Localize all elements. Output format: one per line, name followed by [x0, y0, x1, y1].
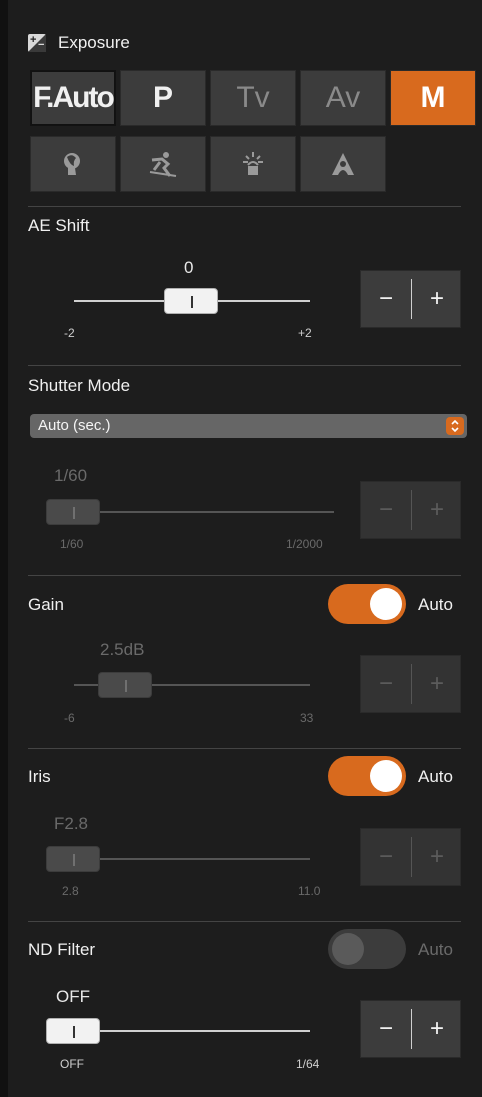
nd-filter-increment-button[interactable]: +: [412, 1001, 462, 1057]
divider: [28, 748, 461, 749]
gain-max-label: 33: [300, 711, 314, 725]
gain-value: 2.5dB: [100, 640, 145, 659]
divider: [28, 575, 461, 576]
gain-auto-label: Auto: [418, 595, 453, 614]
scene-button-sports[interactable]: [120, 136, 206, 192]
ae-shift-max-label: +2: [298, 326, 312, 340]
shutter-mode-label: Shutter Mode: [28, 376, 131, 395]
ae-shift-decrement-button[interactable]: −: [361, 271, 411, 327]
shutter-slider-thumb[interactable]: [46, 499, 100, 525]
nd-filter-value: OFF: [56, 987, 90, 1006]
mode-label: Av: [325, 81, 361, 114]
iris-stepper: − +: [360, 828, 461, 886]
scene-button-portrait[interactable]: [30, 136, 116, 192]
nd-filter-slider-thumb[interactable]: [46, 1018, 100, 1044]
mode-button-fauto[interactable]: F.Auto: [30, 70, 116, 126]
shutter-stepper: − +: [360, 481, 461, 539]
panel-header: + − Exposure: [28, 30, 130, 56]
divider: [28, 921, 461, 922]
landscape-icon: [332, 153, 354, 175]
iris-auto-toggle[interactable]: [328, 756, 406, 796]
nd-filter-decrement-button[interactable]: −: [361, 1001, 411, 1057]
mode-button-p[interactable]: P: [120, 70, 206, 126]
scene-button-spotlight[interactable]: [210, 136, 296, 192]
toggle-knob: [370, 588, 402, 620]
iris-min-label: 2.8: [62, 884, 79, 898]
mode-label: M: [420, 81, 446, 114]
panel-left-edge: [0, 0, 8, 1097]
ae-shift-increment-button[interactable]: +: [412, 271, 462, 327]
divider: [28, 206, 461, 207]
ae-shift-stepper: − +: [360, 270, 461, 328]
mode-label: F.Auto: [33, 81, 115, 114]
mode-button-tv[interactable]: Tv: [210, 70, 296, 126]
shutter-increment-button[interactable]: +: [412, 482, 462, 538]
iris-label: Iris: [28, 767, 51, 786]
iris-increment-button[interactable]: +: [412, 829, 462, 885]
mode-button-m[interactable]: M: [390, 70, 476, 126]
panel-title: Exposure: [58, 33, 130, 52]
nd-filter-auto-toggle[interactable]: [328, 929, 406, 969]
ae-shift-label: AE Shift: [28, 216, 90, 235]
mode-label: Tv: [236, 81, 270, 114]
select-arrows-icon: [446, 417, 464, 435]
nd-filter-auto-label: Auto: [418, 940, 453, 959]
scene-button-landscape[interactable]: [300, 136, 386, 192]
spotlight-icon: [243, 152, 263, 175]
gain-label: Gain: [28, 595, 64, 614]
iris-value: F2.8: [54, 814, 89, 833]
shutter-mode-value: Auto (sec.): [38, 417, 111, 434]
mode-button-av[interactable]: Av: [300, 70, 386, 126]
shutter-decrement-button[interactable]: −: [361, 482, 411, 538]
shutter-max-label: 1/2000: [286, 537, 323, 551]
nd-filter-stepper: − +: [360, 1000, 461, 1058]
gain-auto-toggle[interactable]: [328, 584, 406, 624]
toggle-knob: [332, 933, 364, 965]
gain-slider-thumb[interactable]: [98, 672, 152, 698]
mode-label: P: [152, 81, 173, 114]
nd-filter-label: ND Filter: [28, 940, 96, 959]
shutter-mode-select[interactable]: Auto (sec.): [30, 414, 467, 438]
gain-min-label: -6: [64, 711, 75, 725]
exposure-compensation-icon: + −: [28, 34, 46, 52]
iris-slider-thumb[interactable]: [46, 846, 100, 872]
ae-shift-min-label: -2: [64, 326, 75, 340]
toggle-knob: [370, 760, 402, 792]
iris-max-label: 11.0: [298, 884, 321, 898]
gain-stepper: − +: [360, 655, 461, 713]
gain-decrement-button[interactable]: −: [361, 656, 411, 712]
nd-filter-min-label: OFF: [60, 1057, 84, 1071]
ae-shift-value: 0: [184, 258, 194, 277]
gain-increment-button[interactable]: +: [412, 656, 462, 712]
iris-decrement-button[interactable]: −: [361, 829, 411, 885]
divider: [28, 365, 461, 366]
shutter-value: 1/60: [54, 466, 88, 485]
sports-icon: [149, 152, 177, 177]
portrait-icon: [64, 153, 80, 175]
iris-auto-label: Auto: [418, 767, 453, 786]
shutter-min-label: 1/60: [60, 537, 84, 551]
nd-filter-max-label: 1/64: [296, 1057, 320, 1071]
ae-shift-slider-thumb[interactable]: [164, 288, 218, 314]
